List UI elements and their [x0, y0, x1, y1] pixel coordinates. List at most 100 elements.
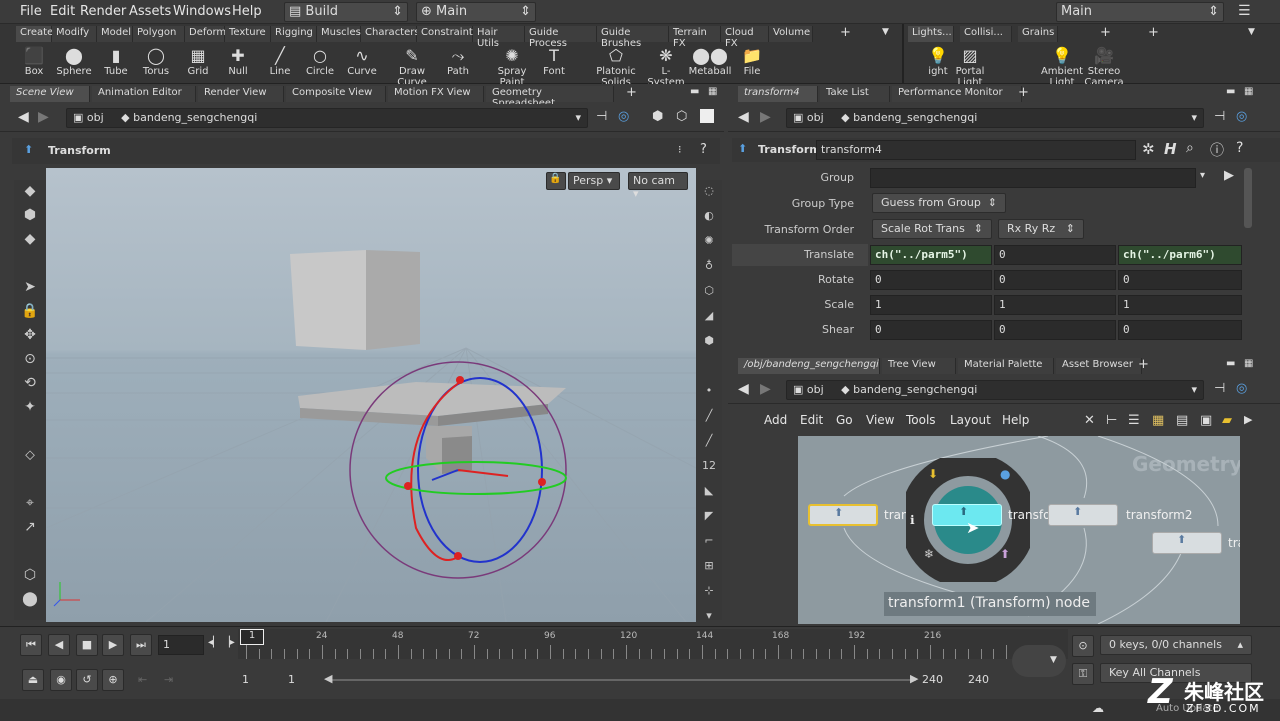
cube-icon[interactable]: ⬢ — [652, 109, 663, 124]
pane-close-icon[interactable]: ▦ — [708, 86, 717, 97]
pin-icon[interactable]: ⊣ — [596, 109, 607, 124]
link-icon[interactable]: ◎ — [618, 109, 629, 124]
view-tool-2-icon[interactable]: ◆ — [18, 228, 42, 250]
param_pane-tabs-tab-2[interactable]: Performance Monitor — [892, 86, 1022, 102]
group-field[interactable] — [870, 168, 1196, 188]
network_pane-tabs-tab-1[interactable]: Tree View — [882, 358, 956, 374]
rotate-order-menu[interactable]: Rx Ry Rz ⇕ — [998, 219, 1084, 239]
network-menu-layout[interactable]: Layout — [950, 413, 991, 427]
arrow-right-icon[interactable]: ▶ — [1244, 413, 1252, 426]
forward-icon[interactable]: ▶ — [38, 109, 49, 125]
desktop-select[interactable]: ▤ Build ⇕ — [284, 2, 408, 22]
path-box[interactable]: ▣ obj ◆ bandeng_sengchengqi ▾ — [66, 108, 588, 128]
view-tool-11-icon[interactable]: ⬦ — [18, 444, 42, 466]
right-shelf-tool-3[interactable]: 🎥 Stereo Camera — [1080, 46, 1128, 88]
display-tool-9-icon[interactable]: ╱ — [697, 405, 721, 427]
display-tool-15-icon[interactable]: ⊞ — [697, 555, 721, 577]
view-tool-7-icon[interactable]: ⊙ — [18, 348, 42, 370]
shelf-tool-tube[interactable]: ▮ Tube — [94, 46, 138, 82]
shelf-tool-metaball[interactable]: ⬤⬤ Metaball — [688, 46, 732, 82]
shelf-tab-2[interactable]: Model — [97, 26, 133, 42]
list-icon[interactable]: ☰ — [1128, 413, 1140, 428]
view-tool-5-icon[interactable]: 🔒 — [18, 300, 42, 322]
scale-y-field[interactable]: 1 — [994, 295, 1116, 315]
info-icon[interactable]: ⓘ — [1210, 140, 1224, 160]
menu-windows[interactable]: Windows — [173, 4, 231, 19]
translate-y-field[interactable]: 0 — [994, 245, 1116, 265]
image-icon[interactable]: ▣ — [1200, 413, 1212, 428]
menu-help[interactable]: Help — [232, 4, 262, 19]
shelf-tool-draw-curve[interactable]: ✎ Draw Curve — [384, 46, 440, 88]
shelf-tab-3[interactable]: Polygon — [133, 26, 185, 42]
shelf-tool-path[interactable]: ⤳ Path — [436, 46, 480, 82]
shelf-tab-14[interactable]: Cloud FX — [721, 26, 769, 49]
shelf-tool-grid[interactable]: ▦ Grid — [176, 46, 220, 82]
pane-menu-icon[interactable]: ▬ — [690, 86, 699, 97]
view-tool-4-icon[interactable]: ➤ — [18, 276, 42, 298]
display-tool-14-icon[interactable]: ⌐ — [697, 530, 721, 552]
network-menu-help[interactable]: Help — [1002, 413, 1029, 427]
display-tool-11-icon[interactable]: 12 — [697, 455, 721, 477]
view-tool-0-icon[interactable]: ◆ — [18, 180, 42, 202]
seat[interactable] — [298, 382, 566, 474]
add-tab-icon[interactable]: + — [626, 85, 637, 100]
shelf-tab-11[interactable]: Guide Process — [525, 26, 597, 49]
node-transform-right[interactable]: ⬆ — [1152, 532, 1222, 554]
camera-menu[interactable]: No cam ▾ — [628, 172, 688, 200]
shelf-tool-box[interactable]: ⬛ Box — [12, 46, 56, 82]
viewport[interactable]: 🔒 Persp ▾ No cam ▾ — [46, 168, 696, 622]
shear-y-field[interactable]: 0 — [994, 320, 1116, 340]
hscript-icon[interactable]: H — [1164, 140, 1177, 158]
network_pane-tabs-tab-3[interactable]: Asset Browser — [1056, 358, 1142, 374]
link-icon[interactable]: ◎ — [1236, 381, 1247, 396]
pin-icon[interactable]: ⊣ — [1214, 109, 1225, 124]
forward-icon[interactable]: ▶ — [760, 109, 771, 125]
note-icon[interactable]: ▰ — [1222, 413, 1232, 428]
help-icon[interactable]: ? — [1236, 140, 1243, 156]
menu-edit[interactable]: Edit — [50, 4, 75, 19]
view-tool-9-icon[interactable]: ✦ — [18, 396, 42, 418]
play-button[interactable]: ▶ — [102, 634, 124, 656]
shelf-tool-null[interactable]: ✚ Null — [216, 46, 260, 82]
cube[interactable] — [290, 250, 420, 350]
pane-close-icon[interactable]: ▦ — [1244, 358, 1253, 369]
menu-render[interactable]: Render — [80, 4, 126, 19]
range-bar[interactable] — [330, 679, 916, 681]
key-icon[interactable]: ⚿ — [1072, 663, 1094, 685]
path-box[interactable]: ▣ obj ◆ bandeng_sengchengqi ▾ — [786, 380, 1204, 400]
time-ruler[interactable]: 24 48 72 96 120 144 168 192 216 — [238, 629, 1068, 659]
shelf-tab-5[interactable]: Texture — [225, 26, 271, 42]
forward-icon[interactable]: ▶ — [760, 381, 771, 397]
shear-z-field[interactable]: 0 — [1118, 320, 1242, 340]
add-shelf-icon[interactable]: + — [840, 25, 851, 40]
translate-z-field[interactable]: ch("../parm6") — [1118, 245, 1242, 265]
left_pane-tabs-tab-5[interactable]: Geometry Spreadsheet — [486, 86, 614, 109]
menu-file[interactable]: File — [20, 4, 42, 19]
pane-menu-icon[interactable]: ▬ — [1226, 358, 1235, 369]
lock-icon[interactable]: 🔒 — [546, 172, 566, 190]
range-start-handle[interactable]: ◀ — [324, 672, 332, 685]
param_pane-tabs-tab-0[interactable]: transform4 — [738, 86, 818, 102]
param_pane-tabs-tab-1[interactable]: Take List — [820, 86, 890, 102]
add-shelf-right-icon[interactable]: + — [1100, 25, 1111, 40]
select-arrow-icon[interactable]: ▶ — [1224, 168, 1234, 183]
view-tool-13-icon[interactable]: ⌖ — [18, 492, 42, 514]
menu-assets[interactable]: Assets — [129, 4, 171, 19]
back-icon[interactable]: ◀ — [18, 109, 29, 125]
right-shelf-tab-2[interactable]: Grains — [1018, 26, 1058, 42]
table-icon[interactable]: ▤ — [1176, 413, 1188, 428]
shelf-tab-9[interactable]: Constraints — [417, 26, 478, 42]
view-tool-14-icon[interactable]: ↗ — [18, 516, 42, 538]
shelf-tool-line[interactable]: ╱ Line — [258, 46, 302, 82]
left_pane-tabs-tab-2[interactable]: Render View — [198, 86, 284, 102]
display-tool-0-icon[interactable]: ◌ — [697, 180, 721, 202]
group-type-menu[interactable]: Guess from Group ⇕ — [872, 193, 1006, 213]
target-icon[interactable]: ⊕ — [102, 669, 124, 691]
play-reverse-button[interactable]: ◀ — [48, 634, 70, 656]
network-menu-go[interactable]: Go — [836, 413, 853, 427]
handles-icon[interactable]: ⁝ — [678, 143, 682, 156]
stop-button[interactable]: ■ — [76, 634, 98, 656]
shelf-tool-sphere[interactable]: ⬤ Sphere — [52, 46, 96, 82]
shelf-tab-7[interactable]: Muscles — [317, 26, 361, 42]
shelf-right-menu-icon[interactable]: ▼ — [1248, 27, 1255, 37]
